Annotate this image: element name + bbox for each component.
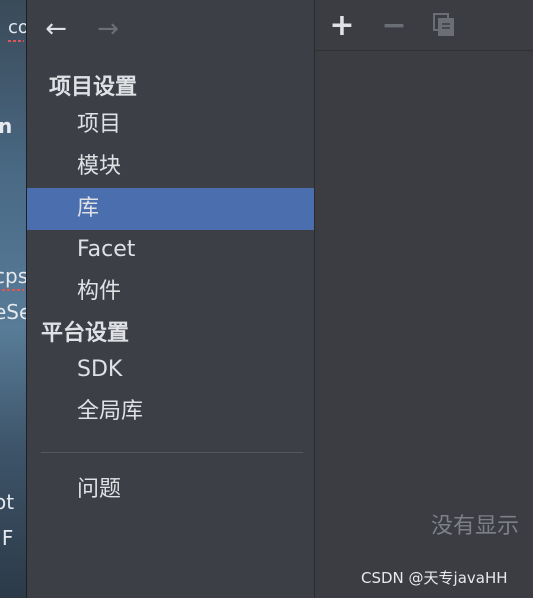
sidebar-item-project[interactable]: 项目 (27, 104, 315, 146)
sidebar-item-modules[interactable]: 模块 (27, 146, 315, 188)
bg-text-fragment: IF (0, 526, 14, 550)
remove-icon[interactable]: − (379, 8, 409, 43)
sidebar-item-facets[interactable]: Facet (27, 229, 315, 271)
sidebar-item-artifacts[interactable]: 构件 (27, 271, 315, 313)
bg-text-fragment: ot (0, 490, 15, 514)
sidebar-item-label: SDK (77, 357, 123, 382)
bg-text-fragment: n (0, 114, 13, 138)
sidebar-item-label: 项目 (77, 112, 122, 137)
background-editor: co n cps eSe ot IF (0, 0, 26, 598)
empty-state-text: 没有显示 (431, 514, 520, 539)
error-underline (2, 289, 24, 291)
watermark: CSDN @天专javaHH (361, 569, 508, 587)
sidebar-item-label: 模块 (77, 154, 122, 179)
sidebar-item-label: 库 (77, 196, 100, 221)
copy-icon-graphic (433, 13, 454, 36)
platform-settings-header: 平台设置 (41, 321, 130, 346)
project-structure-sidebar: ← → 项目设置 项目 模块 库 Facet 构件 平台设置 SDK 全局库 问… (26, 0, 315, 598)
sidebar-item-label: 问题 (77, 477, 122, 502)
bg-text-fragment: eSe (0, 300, 26, 324)
sidebar-item-label: 构件 (77, 279, 122, 304)
sidebar-item-label: 全局库 (77, 399, 144, 424)
project-settings-header: 项目设置 (49, 75, 138, 100)
add-icon[interactable]: + (327, 8, 357, 43)
sidebar-divider (41, 452, 303, 453)
sidebar-item-sdk[interactable]: SDK (27, 349, 315, 391)
sidebar-item-problems[interactable]: 问题 (27, 469, 315, 511)
libraries-panel: + − 没有显示 (314, 0, 533, 598)
sidebar-item-libraries[interactable]: 库 (27, 188, 315, 230)
back-arrow-icon[interactable]: ← (41, 14, 71, 44)
libraries-toolbar: + − (315, 0, 533, 51)
forward-arrow-icon[interactable]: → (93, 14, 123, 44)
error-underline (8, 40, 24, 42)
copy-icon[interactable] (429, 10, 459, 40)
sidebar-item-label: Facet (77, 237, 136, 262)
bg-text-fragment: co (8, 17, 26, 38)
sidebar-item-global-libraries[interactable]: 全局库 (27, 391, 315, 433)
bg-text-fragment: cps (0, 264, 26, 288)
